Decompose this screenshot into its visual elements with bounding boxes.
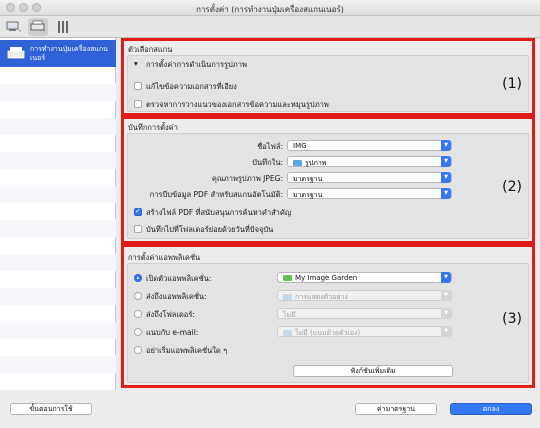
pdf-compression-select[interactable]: มาตรฐาน ▼ (287, 188, 452, 199)
instructions-button[interactable]: ขั้นตอนการใช้ (10, 403, 92, 415)
toolbar (0, 16, 540, 38)
scan-from-computer-icon (6, 21, 21, 32)
list-stripe (0, 322, 116, 339)
application-settings-panel: เปิดตัวแอพพลิเคชั่น: My Image Garden ▼ ส… (127, 263, 529, 383)
list-stripe (0, 220, 116, 237)
save-in-label: บันทึกใน: (252, 158, 283, 167)
pdf-compression-value: มาตรฐาน (293, 191, 323, 199)
app-icon (283, 294, 292, 300)
chevron-down-icon[interactable]: ▼ (441, 290, 451, 301)
send-to-application-radio[interactable] (134, 292, 142, 300)
save-in-value: รูปภาพ (305, 159, 327, 167)
list-stripe (0, 84, 116, 101)
no-application-radio[interactable] (134, 346, 142, 354)
detect-orientation-label: ตรวจหาการวางแนวของเอกสารข้อความและหมุนรู… (146, 100, 329, 109)
chevron-down-icon[interactable]: ▼ (441, 188, 451, 199)
correct-slanted-document-checkbox[interactable] (134, 82, 142, 90)
list-stripe (0, 288, 116, 305)
app-icon (283, 275, 292, 281)
chevron-down-icon[interactable]: ▼ (441, 272, 451, 283)
scanner-icon (7, 47, 25, 59)
save-settings-panel: ชื่อไฟล์: IMG ▼ บันทึกใน: รูปภาพ ▼ คุณภา… (127, 133, 529, 239)
correct-slanted-document-label: แก้ไขข้อความเอกสารที่เอียง (146, 82, 237, 91)
scan-from-operation-panel-icon (30, 20, 45, 32)
ok-button[interactable]: ตกลง (450, 403, 532, 415)
callout-number-3: (3) (502, 311, 522, 327)
open-application-value: My Image Garden (295, 274, 358, 282)
send-to-application-value: การแสดงตัวอย่าง (295, 293, 348, 301)
subfolder-date-label: บันทึกไปที่โฟลเดอร์ย่อยด้วยวันที่ปัจจุบั… (146, 225, 274, 234)
save-settings-section: บันทึกการตั้งค่า ชื่อไฟล์: IMG ▼ บันทึกใ… (121, 116, 535, 244)
attach-email-label: แนบกับ e-mail: (146, 328, 199, 337)
chevron-down-icon[interactable]: ▼ (441, 308, 451, 319)
more-functions-button[interactable]: ฟังก์ชันเพิ่มเติม (293, 365, 453, 377)
tab-scan-from-computer[interactable] (4, 18, 24, 36)
disclosure-triangle-icon[interactable]: ▾ (134, 59, 138, 68)
keyword-search-pdf-label: สร้างไฟล์ PDF ที่สนับสนุนการค้นหาคำสำคัญ (146, 208, 292, 217)
sidebar: การทำงานปุ่มเครื่องสแกนเนอร์ (0, 38, 116, 390)
defaults-button[interactable]: ค่ามาตรฐาน (355, 403, 437, 415)
send-to-folder-select[interactable]: ไม่มี ▼ (277, 308, 452, 319)
attach-email-radio[interactable] (134, 328, 142, 336)
tab-scan-from-operation-panel[interactable] (28, 18, 48, 36)
sidebar-item-label: การทำงานปุ่มเครื่องสแกนเนอร์ (30, 45, 108, 62)
subfolder-date-checkbox[interactable] (134, 225, 142, 233)
tab-general-settings[interactable] (52, 18, 72, 36)
list-stripe (0, 356, 116, 373)
jpeg-quality-value: มาตรฐาน (293, 175, 323, 183)
detect-orientation-checkbox[interactable] (134, 100, 142, 108)
chevron-down-icon[interactable]: ▼ (441, 156, 451, 167)
jpeg-quality-label: คุณภาพรูปภาพ JPEG: (211, 174, 283, 183)
file-name-value: IMG (293, 142, 307, 150)
chevron-down-icon[interactable]: ▼ (441, 172, 451, 183)
list-stripe (0, 254, 116, 271)
callout-number-1: (1) (502, 76, 522, 92)
folder-icon (293, 160, 302, 166)
file-name-label: ชื่อไฟล์: (257, 142, 283, 151)
keyword-search-pdf-checkbox[interactable] (134, 207, 142, 216)
scan-options-panel: ▾ การตั้งค่าการดำเนินการรูปภาพ แก้ไขข้อค… (127, 55, 529, 112)
send-to-folder-label: ส่งถึงโฟลเดอร์: (146, 310, 195, 319)
save-in-select[interactable]: รูปภาพ ▼ (287, 156, 452, 167)
open-application-label: เปิดตัวแอพพลิเคชั่น: (146, 274, 212, 283)
jpeg-quality-select[interactable]: มาตรฐาน ▼ (287, 172, 452, 183)
mail-icon (283, 330, 292, 336)
send-to-folder-value: ไม่มี (283, 311, 296, 319)
chevron-down-icon[interactable]: ▼ (441, 140, 451, 151)
image-processing-header[interactable]: การตั้งค่าการดำเนินการรูปภาพ (146, 59, 247, 71)
pdf-compression-label: การบีบข้อมูล PDF สำหรับสแกนอัตโนมัติ: (149, 190, 283, 199)
list-stripe (0, 186, 116, 203)
send-to-application-label: ส่งถึงแอพพลิเคชั่น: (146, 292, 207, 301)
list-stripe (0, 118, 116, 135)
general-settings-icon (58, 21, 68, 33)
window-title: การตั้งค่า (การทำงานปุ่มเครื่องสแกนเนอร์… (196, 5, 344, 14)
send-to-folder-radio[interactable] (134, 310, 142, 318)
chevron-down-icon[interactable]: ▼ (441, 326, 451, 337)
application-settings-section: การตั้งค่าแอพพลิเคชั่น เปิดตัวแอพพลิเคชั… (121, 244, 535, 388)
no-application-label: อย่าเริ่มแอพพลิเคชั่นใด ๆ (146, 346, 228, 355)
title-bar: การตั้งค่า (การทำงานปุ่มเครื่องสแกนเนอร์… (0, 0, 540, 16)
open-application-radio[interactable] (134, 274, 142, 282)
attach-email-value: ไม่มี (แนบด้วยตัวเอง) (295, 329, 361, 337)
callout-number-2: (2) (502, 179, 522, 195)
open-application-select[interactable]: My Image Garden ▼ (277, 272, 452, 283)
send-to-application-select[interactable]: การแสดงตัวอย่าง ▼ (277, 290, 452, 301)
attach-email-select[interactable]: ไม่มี (แนบด้วยตัวเอง) ▼ (277, 326, 452, 337)
file-name-input[interactable]: IMG ▼ (287, 140, 452, 151)
list-stripe (0, 152, 116, 169)
sidebar-item-scanner-button-operation[interactable]: การทำงานปุ่มเครื่องสแกนเนอร์ (0, 40, 116, 67)
scan-options-section: ตัวเลือกสแกน ▾ การตั้งค่าการดำเนินการรูป… (121, 38, 535, 116)
